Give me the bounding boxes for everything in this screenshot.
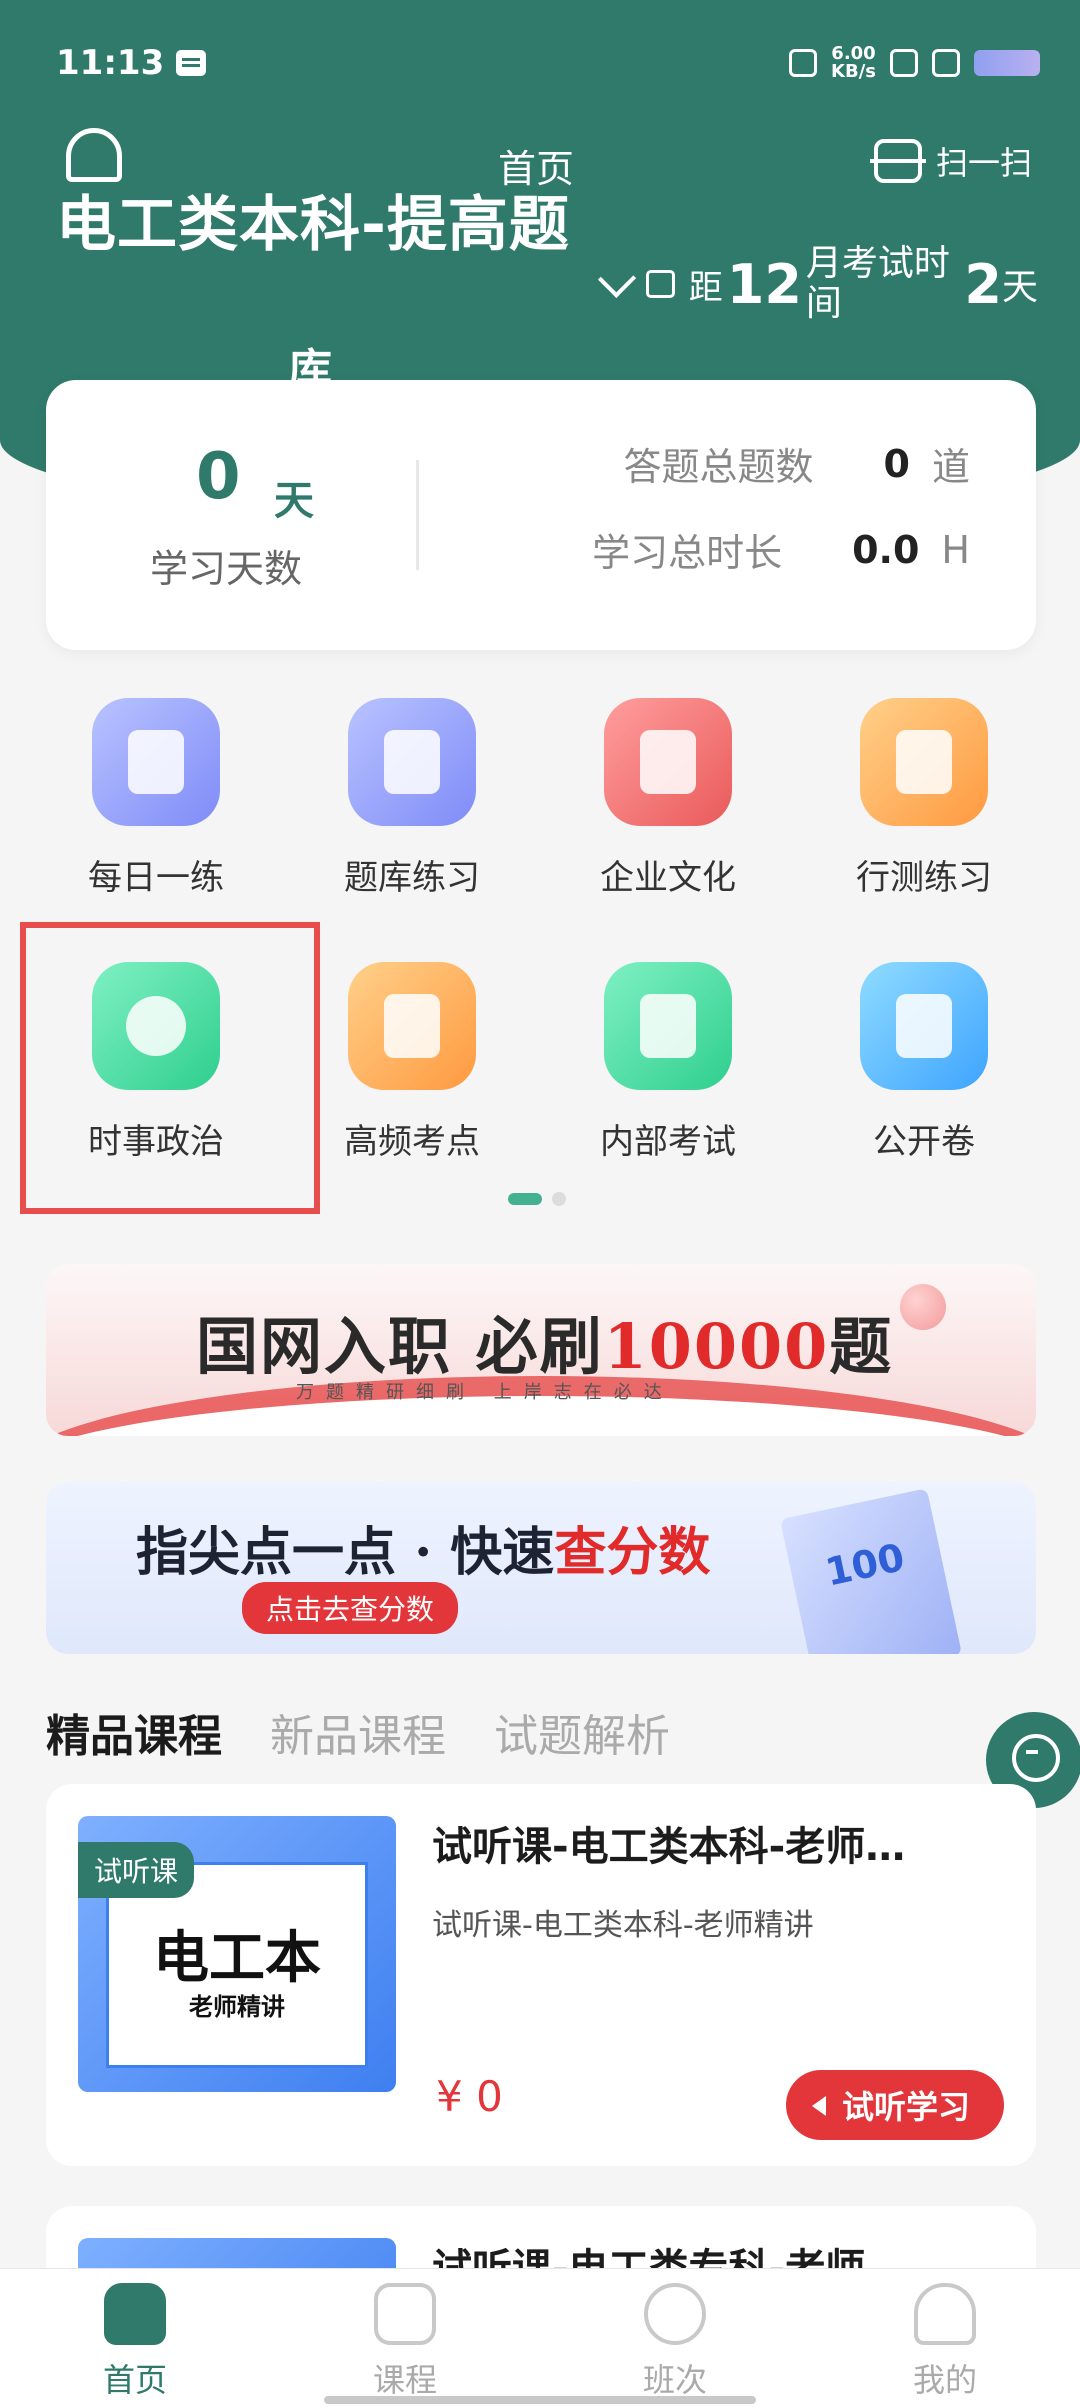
nav-courses[interactable]: 课程: [270, 2269, 540, 2408]
menu-label: 公开卷: [873, 1122, 975, 1162]
notification-icon: [890, 49, 918, 77]
thumbnail-title: 电工本: [153, 1926, 321, 1991]
nav-classes[interactable]: 班次: [540, 2269, 810, 2408]
calendar-icon: [646, 270, 675, 298]
book-icon: [604, 698, 732, 826]
menu-high-frequency[interactable]: 高频考点: [292, 962, 532, 1163]
menu-label: 题库练习: [344, 858, 480, 898]
nav-label: 我的: [912, 2361, 977, 2399]
question-bank-title[interactable]: 电工类本科-提高题: [56, 176, 570, 263]
profile-icon: [914, 2283, 976, 2345]
nav-label: 首页: [102, 2361, 167, 2399]
menu-aptitude-test[interactable]: 行测练习: [804, 698, 1044, 899]
chevron-down-icon[interactable]: [597, 259, 637, 299]
bottom-nav: 首页 课程 班次 我的: [0, 2268, 1080, 2408]
exam-days-number: 2: [964, 252, 1002, 316]
trial-study-button[interactable]: 试听学习: [785, 2070, 1004, 2140]
clipboard-icon: [374, 2283, 436, 2345]
course-card[interactable]: 电工本 老师精讲 试听课 试听课-电工类本科-老师… 试听课-电工类本科-老师精…: [46, 1784, 1036, 2166]
battery-icon: [974, 50, 1040, 76]
total-questions-row: 答题总题数 0 道: [624, 436, 970, 491]
pencil-note-icon: [92, 698, 220, 826]
certificate-icon: [604, 962, 732, 1090]
clipboard-list-icon: [860, 962, 988, 1090]
menu-daily-practice[interactable]: 每日一练: [36, 698, 276, 899]
menu-label: 企业文化: [600, 858, 736, 898]
menu-label: 高频考点: [344, 1122, 480, 1162]
course-price: ¥ 0: [436, 2072, 503, 2121]
course-thumbnail: 电工本 老师精讲 试听课: [78, 1816, 396, 2092]
banner-10000-questions[interactable]: 国网入职 必刷10000题 万题精研细刷 上岸志在必达: [46, 1264, 1036, 1436]
indicator-dot: [552, 1192, 566, 1206]
study-days-label: 学习天数: [150, 547, 303, 591]
study-days-value: 0: [196, 440, 241, 514]
tab-question-analysis[interactable]: 试题解析: [494, 1700, 670, 1764]
banner-sub-text: 万题精研细刷 上岸志在必达: [296, 1382, 674, 1403]
tab-featured-courses[interactable]: 精品课程: [46, 1700, 222, 1764]
exam-countdown[interactable]: 距 12 月考试时间 2 天: [597, 243, 1038, 324]
score-paper-illustration: 100: [779, 1488, 963, 1654]
menu-label: 行测练习: [856, 858, 992, 898]
banner-main-text: 指尖点一点 · 快速查分数: [136, 1522, 711, 1583]
nav-home[interactable]: 首页: [0, 2269, 270, 2408]
menu-company-culture[interactable]: 企业文化: [548, 698, 788, 899]
highlight-box: [20, 922, 320, 1214]
total-questions-label: 答题总题数: [623, 445, 814, 489]
message-icon: [176, 50, 207, 76]
nav-label: 班次: [642, 2361, 707, 2399]
tab-new-courses[interactable]: 新品课程: [270, 1700, 446, 1764]
check-score-button[interactable]: 点击去查分数: [242, 1582, 459, 1634]
study-stats-card: 0 天 学习天数 答题总题数 0 道 学习总时长 0.0 H: [46, 380, 1036, 650]
indicator-dot-active: [508, 1193, 542, 1205]
total-questions-unit: 道: [931, 445, 970, 489]
scan-label: 扫一扫: [935, 144, 1032, 182]
wifi-icon: [932, 49, 960, 77]
calculator-icon: [348, 698, 476, 826]
open-book-icon: [860, 698, 988, 826]
trial-tag: 试听课: [78, 1842, 195, 1898]
home-icon: [104, 2283, 166, 2345]
stats-divider: [416, 460, 419, 570]
exam-days-unit: 天: [1001, 267, 1038, 308]
scan-icon: [869, 139, 926, 183]
network-speed: 6.00 KB/s: [831, 43, 876, 82]
thumbnail-subtitle: 老师精讲: [189, 1993, 285, 2021]
course-tabs: 精品课程 新品课程 试题解析: [46, 1700, 670, 1764]
menu-internal-exam[interactable]: 内部考试: [548, 962, 788, 1163]
scan-button[interactable]: 扫一扫: [869, 138, 1032, 184]
status-time: 11:13: [56, 43, 165, 83]
total-time-unit: H: [941, 527, 970, 572]
bell-icon[interactable]: [66, 128, 122, 182]
course-title: 试听课-电工类本科-老师…: [432, 1824, 906, 1870]
mute-icon: [789, 49, 818, 77]
exam-month-number: 12: [726, 252, 802, 316]
exam-distance-prefix: 距: [688, 267, 723, 308]
total-time-label: 学习总时长: [592, 531, 783, 575]
gesture-handle[interactable]: [324, 2396, 756, 2404]
menu-public-papers[interactable]: 公开卷: [804, 962, 1044, 1163]
nav-label: 课程: [372, 2361, 437, 2399]
nav-profile[interactable]: 我的: [810, 2269, 1080, 2408]
total-questions-value: 0: [883, 441, 910, 486]
menu-label: 每日一练: [88, 858, 224, 898]
page-indicator: [508, 1192, 566, 1206]
menu-question-bank[interactable]: 题库练习: [292, 698, 532, 899]
chat-icon: [644, 2283, 706, 2345]
course-subtitle: 试听课-电工类本科-老师精讲: [432, 1908, 814, 1943]
status-bar: 11:13 6.00 KB/s: [56, 38, 1040, 88]
receipt-icon: [348, 962, 476, 1090]
menu-label: 内部考试: [600, 1122, 736, 1162]
study-days-unit: 天: [274, 478, 314, 524]
exam-month-text: 月考试时间: [805, 243, 950, 324]
total-time-row: 学习总时长 0.0 H: [592, 522, 970, 577]
total-time-value: 0.0: [852, 527, 920, 572]
banner-score-check[interactable]: 指尖点一点 · 快速查分数 点击去查分数 100: [46, 1482, 1036, 1654]
banner-decor-ball: [900, 1284, 946, 1330]
banner-main-text: 国网入职 必刷10000题: [196, 1310, 894, 1383]
